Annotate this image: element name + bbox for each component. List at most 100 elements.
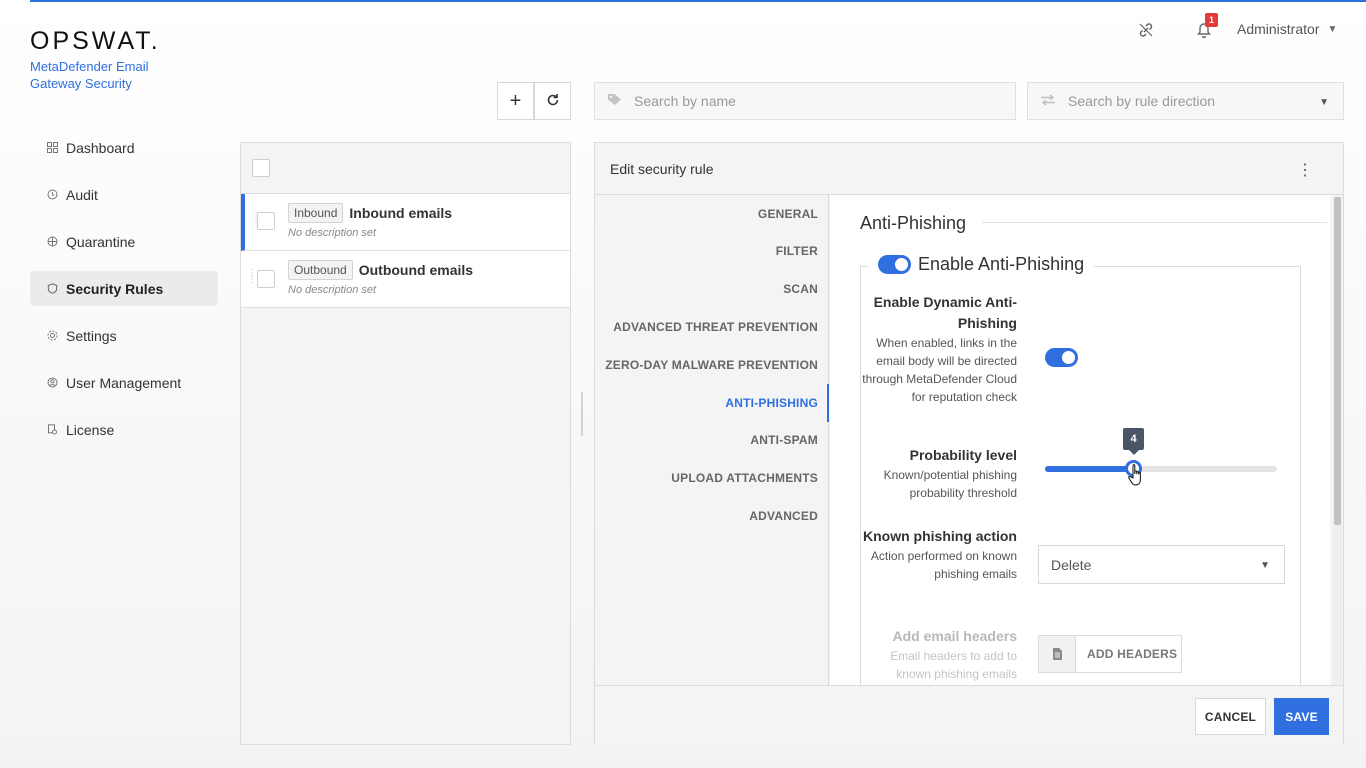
tab-filter[interactable]: FILTER bbox=[776, 244, 818, 258]
probability-level-label: Probability level Known/potential phishi… bbox=[857, 445, 1017, 502]
gear-icon bbox=[46, 330, 58, 342]
top-accent-line bbox=[30, 0, 1366, 2]
sidebar-item-license[interactable]: License bbox=[30, 412, 218, 447]
add-email-headers-label: Add email headers Email headers to add t… bbox=[857, 626, 1017, 683]
probability-description: Known/potential phishing probability thr… bbox=[883, 468, 1017, 500]
quarantine-icon bbox=[46, 236, 58, 248]
dropdown-arrow-icon: ▼ bbox=[1260, 560, 1270, 571]
plus-icon: + bbox=[509, 90, 522, 112]
add-headers-label: ADD HEADERS bbox=[1087, 647, 1178, 661]
rule-checkbox[interactable] bbox=[257, 212, 275, 230]
headers-description: Email headers to add to known phishing e… bbox=[890, 649, 1017, 681]
known-phishing-action-select[interactable]: Delete ▼ bbox=[1038, 545, 1285, 584]
rule-row-outbound[interactable]: ⋮ ⋮ Outbound Outbound emails No descripti… bbox=[241, 251, 570, 308]
rule-title: Inbound Inbound emails bbox=[288, 203, 452, 223]
slider-value-tooltip: 4 bbox=[1123, 428, 1144, 455]
enable-anti-phishing-label: Enable Anti-Phishing bbox=[918, 254, 1085, 274]
active-tab-indicator bbox=[827, 384, 829, 422]
rule-direction-select[interactable]: Search by rule direction ▼ bbox=[1027, 82, 1344, 120]
known-action-value: Delete bbox=[1051, 556, 1092, 573]
edit-rule-panel: Edit security rule ⋮ GENERAL FILTER SCAN… bbox=[594, 142, 1344, 745]
license-icon bbox=[46, 424, 58, 436]
probability-title: Probability level bbox=[909, 447, 1017, 463]
tab-anti-spam[interactable]: ANTI-SPAM bbox=[750, 433, 818, 447]
tag-icon bbox=[607, 93, 622, 109]
known-action-description: Action performed on known phishing email… bbox=[870, 549, 1017, 581]
sidebar-nav: Dashboard Audit Quarantine Security Rule… bbox=[30, 130, 218, 459]
add-headers-button[interactable]: ADD HEADERS bbox=[1038, 635, 1182, 673]
sidebar-item-label: Audit bbox=[66, 186, 98, 203]
direction-tag: Outbound bbox=[288, 260, 353, 280]
dropdown-arrow-icon: ▼ bbox=[1319, 97, 1329, 108]
rule-checkbox[interactable] bbox=[257, 270, 275, 288]
add-rule-button[interactable]: + bbox=[497, 82, 534, 120]
refresh-button[interactable] bbox=[534, 82, 571, 120]
rules-list-header bbox=[241, 143, 570, 194]
sidebar-item-label: Settings bbox=[66, 327, 117, 344]
sidebar-item-user-management[interactable]: User Management bbox=[30, 365, 218, 400]
refresh-icon bbox=[546, 91, 560, 112]
headers-title: Add email headers bbox=[892, 628, 1018, 644]
opswat-logo: OPSWAT. bbox=[30, 27, 161, 55]
sidebar-item-label: Security Rules bbox=[66, 280, 164, 297]
shield-icon bbox=[46, 283, 58, 295]
sidebar-item-label: Quarantine bbox=[66, 233, 136, 250]
sidebar-item-label: User Management bbox=[66, 374, 182, 391]
user-name: Administrator bbox=[1237, 21, 1320, 37]
brand: OPSWAT. MetaDefender Email Gateway Secur… bbox=[30, 28, 230, 92]
cancel-button[interactable]: CANCEL bbox=[1195, 698, 1266, 735]
rule-name: Inbound emails bbox=[349, 205, 453, 221]
edit-panel-footer: CANCEL SAVE bbox=[595, 685, 1343, 745]
search-by-name-input[interactable]: Search by name bbox=[594, 82, 1016, 120]
dynamic-description: When enabled, links in the email body wi… bbox=[862, 336, 1017, 404]
content-scrollbar[interactable] bbox=[1333, 197, 1342, 685]
tab-upload-attachments[interactable]: UPLOAD ATTACHMENTS bbox=[671, 471, 818, 485]
direction-tag: Inbound bbox=[288, 203, 344, 223]
sidebar-item-security-rules[interactable]: Security Rules bbox=[30, 271, 218, 306]
dynamic-anti-phishing-label: Enable Dynamic Anti-Phishing When enable… bbox=[857, 292, 1017, 406]
tab-advanced[interactable]: ADVANCED bbox=[749, 509, 818, 523]
rules-list-panel: ⋮ ⋮ Inbound Inbound emails No description… bbox=[240, 142, 571, 745]
dynamic-anti-phishing-toggle[interactable] bbox=[1045, 348, 1078, 367]
tab-anti-phishing[interactable]: ANTI-PHISHING bbox=[725, 396, 818, 410]
rule-name: Outbound emails bbox=[358, 262, 474, 278]
unlink-icon[interactable] bbox=[1136, 20, 1156, 40]
tab-general[interactable]: GENERAL bbox=[758, 207, 818, 221]
swap-icon bbox=[1040, 93, 1056, 109]
rule-description: No description set bbox=[288, 284, 377, 296]
enable-anti-phishing-legend: Enable Anti-Phishing bbox=[868, 254, 1095, 275]
drag-handle-icon[interactable]: ⋮ ⋮ bbox=[247, 269, 257, 285]
more-options-icon[interactable]: ⋮ bbox=[1297, 160, 1313, 180]
document-icon bbox=[1039, 636, 1076, 672]
dashboard-icon bbox=[46, 142, 58, 154]
section-title: Anti-Phishing bbox=[860, 213, 967, 233]
sidebar-item-label: License bbox=[66, 421, 115, 438]
scrollbar-thumb[interactable] bbox=[1334, 197, 1341, 525]
sidebar-item-settings[interactable]: Settings bbox=[30, 318, 218, 353]
select-all-checkbox[interactable] bbox=[252, 159, 270, 177]
chevron-down-icon: ▼ bbox=[1327, 23, 1338, 35]
product-name: MetaDefender Email Gateway Security bbox=[30, 59, 149, 91]
rule-tabs: GENERAL FILTER SCAN ADVANCED THREAT PREV… bbox=[595, 195, 829, 685]
hand-cursor-icon bbox=[1128, 464, 1141, 486]
user-icon bbox=[46, 377, 58, 389]
known-action-title: Known phishing action bbox=[863, 528, 1017, 544]
save-button[interactable]: SAVE bbox=[1274, 698, 1329, 735]
tab-zero-day-malware-prevention[interactable]: ZERO-DAY MALWARE PREVENTION bbox=[605, 358, 818, 372]
tab-advanced-threat-prevention[interactable]: ADVANCED THREAT PREVENTION bbox=[613, 320, 818, 334]
probability-slider[interactable] bbox=[1045, 460, 1277, 477]
user-menu[interactable]: Administrator ▼ bbox=[1237, 21, 1337, 37]
audit-icon bbox=[46, 189, 58, 201]
enable-anti-phishing-toggle[interactable] bbox=[878, 255, 911, 274]
sidebar-item-quarantine[interactable]: Quarantine bbox=[30, 224, 218, 259]
sidebar-item-audit[interactable]: Audit bbox=[30, 177, 218, 212]
notification-badge: 1 bbox=[1205, 13, 1218, 27]
edit-panel-title: Edit security rule bbox=[610, 160, 714, 177]
sidebar-item-dashboard[interactable]: Dashboard bbox=[30, 130, 218, 165]
sidebar-item-label: Dashboard bbox=[66, 139, 135, 156]
rule-row-inbound[interactable]: ⋮ ⋮ Inbound Inbound emails No description… bbox=[241, 194, 570, 251]
slider-fill bbox=[1045, 466, 1134, 472]
tab-scan[interactable]: SCAN bbox=[783, 282, 818, 296]
panel-splitter[interactable] bbox=[581, 392, 583, 436]
dynamic-title: Enable Dynamic Anti-Phishing bbox=[873, 294, 1017, 331]
